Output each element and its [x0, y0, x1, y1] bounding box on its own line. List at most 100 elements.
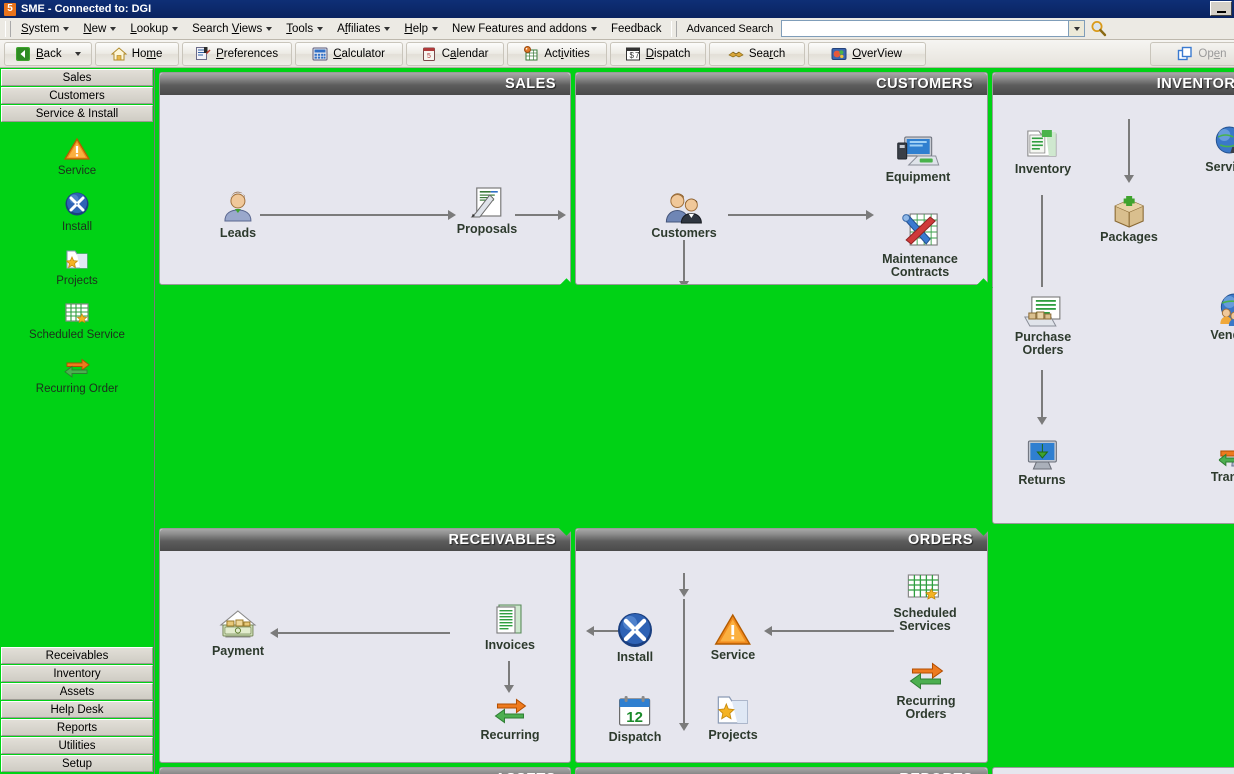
node-equipment[interactable]: Equipment: [886, 135, 950, 184]
arrow-head-icon: [558, 210, 566, 220]
package-box-icon: [1114, 196, 1144, 228]
sidebar-item-install[interactable]: Install: [0, 191, 154, 233]
flow-arrow: [728, 214, 868, 216]
panel-customers: CUSTOMERS Customers Equipment Maintenanc…: [575, 72, 988, 285]
toolbar-preferences-button[interactable]: Preferences: [181, 41, 292, 66]
node-inventory[interactable]: Inventory: [1015, 127, 1071, 176]
toolbar-open-button[interactable]: Open: [1150, 41, 1234, 66]
sidebar-group-assets[interactable]: Assets: [1, 683, 153, 700]
minimize-button[interactable]: [1210, 1, 1232, 16]
toolbar-button-label: Preferences: [216, 47, 279, 60]
node-label: Inventory: [1014, 162, 1072, 176]
node-label: Purchase Orders: [1014, 330, 1072, 358]
toolbar-activities-button[interactable]: Activities: [506, 41, 607, 66]
node-label: Recurring Orders: [896, 694, 956, 722]
menu-help[interactable]: Help: [397, 20, 445, 38]
toolbar-search-button[interactable]: Search: [708, 41, 805, 66]
flow-arrow: [683, 240, 685, 284]
sidebar-group-label: Assets: [59, 685, 95, 698]
menu-system[interactable]: System: [14, 20, 76, 38]
node-recurring[interactable]: Recurring: [480, 695, 540, 742]
node-transfers[interactable]: Transfers: [1211, 435, 1234, 484]
menu-affiliates[interactable]: Affiliates: [330, 20, 397, 38]
sidebar-group-service-install[interactable]: Service & Install: [1, 105, 153, 122]
menu-label: Search Views: [192, 22, 263, 35]
node-leads[interactable]: Leads: [220, 189, 256, 240]
menu-feedback[interactable]: Feedback: [604, 20, 669, 38]
sidebar-item-scheduled-service[interactable]: Scheduled Service: [0, 301, 154, 341]
toolbar-button-label: Open: [1198, 47, 1227, 60]
node-label: Services: [1205, 160, 1234, 174]
menu-new[interactable]: New: [76, 20, 123, 38]
menu-label: Tools: [286, 22, 314, 35]
menu-label: Help: [404, 22, 429, 35]
node-proposals[interactable]: Proposals: [457, 187, 517, 236]
calendar-star-icon: [907, 574, 939, 600]
menubar-grip[interactable]: [5, 20, 11, 37]
panel-body: Payment Invoices Recurring: [160, 551, 570, 762]
maintenance-tools-icon: [902, 213, 938, 246]
node-dispatch[interactable]: 12 Dispatch: [609, 695, 661, 744]
two-people-icon: [665, 193, 702, 224]
node-install[interactable]: Install: [616, 611, 654, 664]
advanced-search-go-button[interactable]: [1087, 20, 1109, 38]
sidebar-group-label: Sales: [62, 71, 92, 84]
toolbar-calculator-button[interactable]: Calculator: [294, 41, 403, 66]
menu-lookup[interactable]: Lookup: [123, 20, 185, 38]
node-label: Service: [710, 648, 756, 662]
node-scheduled-services[interactable]: Scheduled Services: [893, 573, 957, 633]
menu-search-views[interactable]: Search Views: [185, 20, 279, 38]
node-payment[interactable]: Payment: [212, 609, 264, 658]
sidebar-group-reports[interactable]: Reports: [1, 719, 153, 736]
panel-header: INVENTORY: [993, 73, 1234, 95]
chevron-down-icon: [384, 26, 391, 31]
warning-triangle-icon: [64, 137, 90, 160]
chevron-down-icon: [266, 26, 273, 31]
toolbar-overview-button[interactable]: OverView: [807, 41, 926, 66]
sidebar-group-customers[interactable]: Customers: [1, 87, 153, 104]
sidebar-item-projects[interactable]: Projects: [0, 247, 154, 287]
node-customers[interactable]: Customers: [651, 191, 717, 240]
sidebar-group-sales[interactable]: Sales: [1, 69, 153, 86]
node-projects[interactable]: Projects: [708, 693, 758, 742]
panel-receivables: RECEIVABLES Payment Invoices Recurring: [159, 528, 571, 763]
toolbar-dispatch-button[interactable]: $ 7 Dispatch: [609, 41, 706, 66]
sidebar-group-receivables[interactable]: Receivables: [1, 647, 153, 664]
menu-label: New Features and addons: [452, 22, 587, 35]
toolbar-home-button[interactable]: Home: [94, 41, 179, 66]
toolbar-calendar-button[interactable]: 5 Calendar: [405, 41, 504, 66]
node-vendors[interactable]: Vendors: [1210, 293, 1234, 342]
menu-tools[interactable]: Tools: [279, 20, 330, 38]
menu-new-features[interactable]: New Features and addons: [445, 20, 604, 38]
node-recurring-orders[interactable]: Recurring Orders: [896, 659, 956, 722]
node-maintenance-contracts[interactable]: Maintenance Contracts MaintenanceContrac…: [882, 213, 958, 279]
search-grip[interactable]: [671, 20, 678, 37]
chevron-down-icon[interactable]: [74, 51, 81, 56]
node-invoices[interactable]: Invoices: [485, 603, 535, 652]
node-returns[interactable]: Returns: [1018, 438, 1066, 487]
node-packages[interactable]: Packages: [1100, 195, 1158, 244]
sidebar-group-utilities[interactable]: Utilities: [1, 737, 153, 754]
node-purchase-orders[interactable]: Purchase Orders: [1015, 295, 1071, 357]
node-label: Invoices: [484, 638, 536, 652]
menu-label: Feedback: [610, 22, 662, 35]
sidebar-item-recurring-order[interactable]: Recurring Order: [0, 355, 154, 395]
svg-text:12: 12: [627, 709, 644, 726]
flow-arrow: [515, 214, 560, 216]
advanced-search-dropdown-button[interactable]: [1069, 20, 1086, 37]
node-service[interactable]: Service: [711, 613, 755, 662]
panel-title: RECEIVABLES: [448, 532, 556, 548]
sidebar-group-setup[interactable]: Setup: [1, 755, 153, 772]
node-label: Install: [616, 650, 654, 664]
sidebar-group-label: Inventory: [53, 667, 101, 680]
panel-header: ASSETS: [160, 768, 570, 774]
equipment-monitor-icon: [897, 136, 940, 166]
magnifier-icon: [1091, 21, 1106, 37]
toolbar-back-button[interactable]: Back: [4, 41, 92, 66]
advanced-search-input[interactable]: [781, 20, 1070, 37]
node-services[interactable]: Services: [1205, 125, 1234, 174]
sidebar-group-inventory[interactable]: Inventory: [1, 665, 153, 682]
flow-arrow: [1128, 119, 1130, 179]
sidebar-group-help-desk[interactable]: Help Desk: [1, 701, 153, 718]
sidebar-item-service[interactable]: Service: [0, 137, 154, 177]
